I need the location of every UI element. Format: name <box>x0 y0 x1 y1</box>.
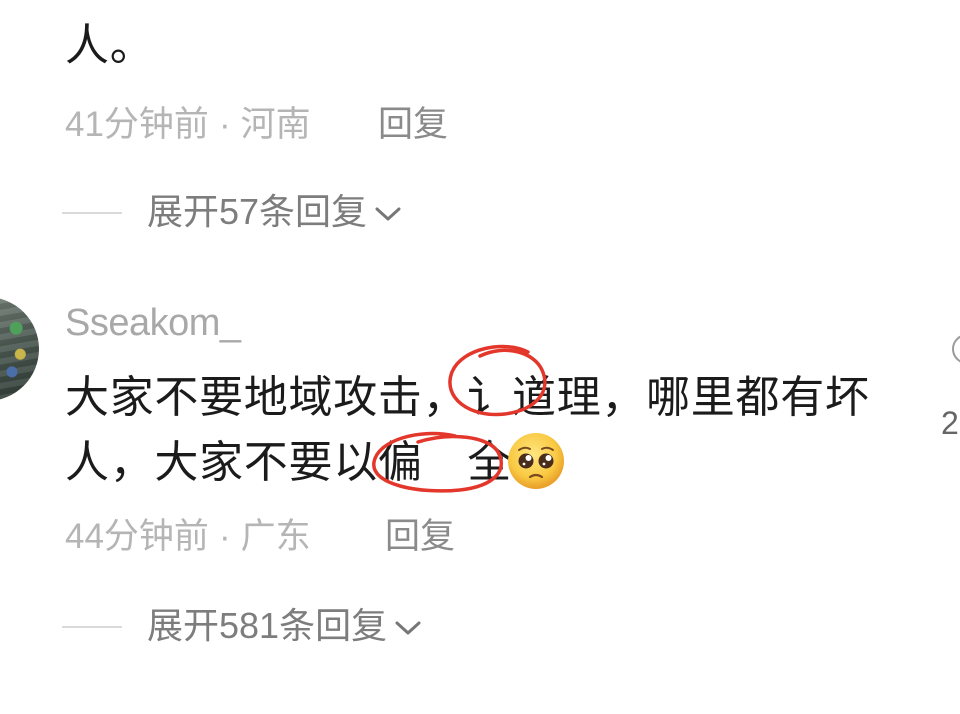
avatar[interactable] <box>0 296 40 402</box>
comment-2-location: 广东 <box>240 517 311 556</box>
comment-1-location: 河南 <box>240 105 311 144</box>
comment-2-separator: · <box>218 517 231 556</box>
comment-1-separator: · <box>218 105 231 144</box>
comment-1-reply-button[interactable]: 回复 <box>378 104 448 146</box>
comment-2-time: 44分钟前 <box>65 517 209 556</box>
comment-1-meta: 41分钟前 · 河南 <box>65 104 311 146</box>
expand-divider <box>62 212 122 214</box>
comment-2-meta: 44分钟前 · 广东 <box>65 516 311 558</box>
comment-2-username[interactable]: Sseakom_ <box>65 300 241 346</box>
comment-2-text-line-2: 人，大家不要以偏 全 <box>65 438 512 487</box>
like-count: 2 <box>941 405 959 441</box>
expand-divider <box>62 626 122 628</box>
avatar-image <box>0 297 39 401</box>
comment-2-expand-label: 展开581条回复 <box>147 605 388 646</box>
chevron-down-icon <box>375 207 401 220</box>
comment-1-text-line: 人。 <box>65 21 155 70</box>
comment-2-text-line-1: 大家不要地域攻击，讠道理，哪里都有坏 <box>65 373 870 422</box>
like-button[interactable] <box>950 332 960 364</box>
chevron-down-icon <box>395 621 421 634</box>
comment-1-time: 41分钟前 <box>65 105 209 144</box>
comment-1-expand-replies-button[interactable]: 展开57条回复 <box>147 190 403 233</box>
comment-2-reply-button[interactable]: 回复 <box>385 516 455 558</box>
pleading-face-emoji <box>508 433 564 489</box>
like-icon <box>952 334 960 364</box>
comment-2-expand-replies-button[interactable]: 展开581条回复 <box>147 604 423 647</box>
comment-1-expand-label: 展开57条回复 <box>147 191 368 232</box>
